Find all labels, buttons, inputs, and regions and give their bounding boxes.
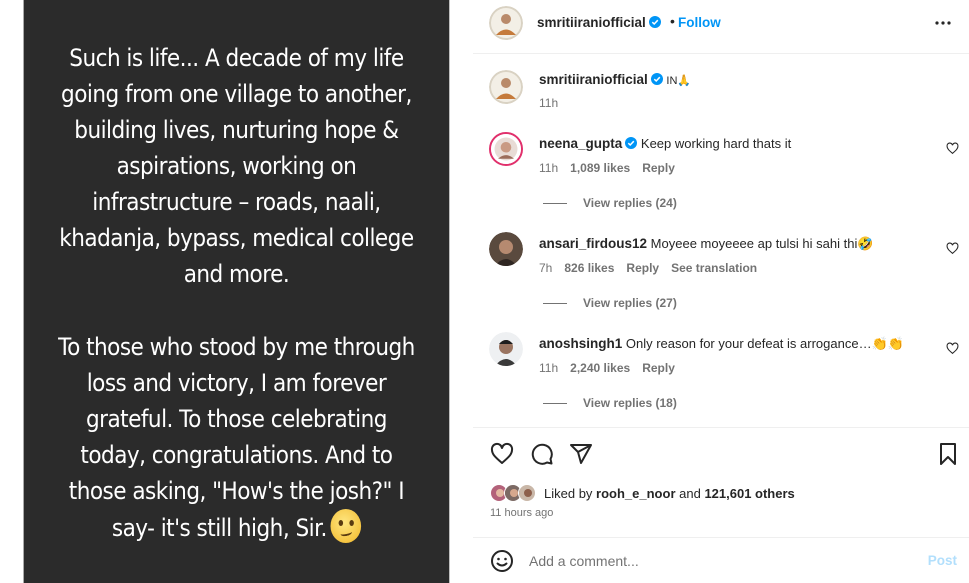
post-text-line: today, congratulations. And to	[80, 441, 393, 469]
author-avatar[interactable]	[489, 6, 523, 40]
post-header: smritiiraniofficial • Follow	[473, 0, 969, 54]
comment-body: ansari_firdous12 Moyeee moyeeee ap tulsi…	[539, 236, 874, 252]
see-translation-button[interactable]: See translation	[671, 261, 757, 275]
author-avatar[interactable]	[489, 70, 523, 104]
author-username[interactable]: smritiiraniofficial	[537, 15, 661, 30]
separator-dot: •	[670, 13, 675, 29]
verified-badge-icon	[648, 16, 661, 28]
comment-time: 11h	[539, 161, 559, 175]
verified-badge-icon	[650, 73, 663, 85]
view-replies-button[interactable]: View replies (24)	[543, 196, 677, 210]
likes-prefix: Liked by	[544, 486, 597, 501]
view-replies-button[interactable]: View replies (18)	[543, 396, 677, 410]
commenter-avatar[interactable]	[489, 232, 523, 266]
more-options-icon[interactable]	[933, 13, 953, 33]
reply-button[interactable]: Reply	[626, 261, 659, 275]
smiling-face-emoji-icon	[330, 509, 362, 543]
comment-body: neena_gupta Keep working hard thats it	[539, 136, 791, 151]
view-replies-label[interactable]: View replies (18)	[583, 396, 677, 410]
comment-time: 7h	[539, 261, 553, 275]
comment-username[interactable]: anoshsingh1	[539, 336, 622, 351]
replies-divider	[543, 203, 567, 204]
post-text-line: say- it's still high, Sir.	[24, 509, 450, 546]
likes-text: Liked by rooh_e_noor and 121,601 others	[544, 486, 795, 501]
post-text-line: those asking, "How's the josh?" I	[68, 477, 405, 505]
post-text-line: building lives, nurturing hope &	[74, 116, 399, 144]
comment-like-icon[interactable]	[946, 242, 959, 255]
post-sidebar: smritiiraniofficial • Follow smritiirani…	[473, 0, 969, 583]
comment-like-icon[interactable]	[946, 342, 959, 355]
comment-text: Only reason for your defeat is arrogance…	[625, 336, 904, 351]
comment-text: Keep working hard thats it	[640, 136, 792, 151]
caption-meta: 11h	[539, 96, 570, 110]
author-username-text[interactable]: smritiiraniofficial	[537, 15, 646, 30]
replies-divider	[543, 403, 567, 404]
liker-avatar[interactable]	[518, 484, 536, 502]
action-bar	[473, 427, 969, 428]
comment-text: Moyeee moyeeee ap tulsi hi sahi thi🤣	[650, 236, 874, 251]
comment-likes[interactable]: 826 likes	[564, 261, 614, 275]
comment-meta: 7h 826 likes Reply See translation	[539, 261, 769, 275]
post-text-line: going from one village to another,	[61, 80, 412, 108]
comment-likes[interactable]: 2,240 likes	[570, 361, 630, 375]
liker-username[interactable]: rooh_e_noor	[596, 486, 675, 501]
post-text-line: grateful. To those celebrating	[85, 405, 388, 433]
caption-body: smritiiraniofficial IN🙏	[539, 72, 691, 87]
commenter-avatar[interactable]	[489, 132, 523, 166]
post-timestamp[interactable]: 11 hours ago	[490, 507, 553, 519]
likes-count[interactable]: 121,601 others	[704, 486, 794, 501]
comment-time: 11h	[539, 361, 559, 375]
share-icon[interactable]	[569, 442, 593, 466]
add-comment-bar: Post	[473, 537, 969, 583]
view-replies-label[interactable]: View replies (27)	[583, 296, 677, 310]
comment-username[interactable]: ansari_firdous12	[539, 236, 647, 251]
post-text-paragraph-2: To those who stood by me through loss an…	[24, 329, 450, 546]
post-text-line: Such is life... A decade of my life	[69, 44, 404, 72]
post-text-line: aspirations, working on	[116, 152, 357, 180]
reply-button[interactable]: Reply	[642, 161, 675, 175]
verified-badge-icon	[625, 137, 638, 149]
post-text-line: and more.	[183, 260, 290, 288]
comment-likes[interactable]: 1,089 likes	[570, 161, 630, 175]
reply-button[interactable]: Reply	[642, 361, 675, 375]
comment-meta: 11h 2,240 likes Reply	[539, 361, 687, 375]
comment-icon[interactable]	[530, 442, 554, 466]
caption-time: 11h	[539, 96, 559, 110]
replies-divider	[543, 303, 567, 304]
caption-text: IN🙏	[666, 75, 692, 87]
comment-body: anoshsingh1 Only reason for your defeat …	[539, 336, 904, 352]
heart-icon[interactable]	[490, 442, 514, 466]
likes-middle: and	[675, 486, 705, 501]
post-comment-button[interactable]: Post	[928, 553, 957, 568]
post-text-line-text: say- it's still high, Sir.	[111, 514, 327, 542]
follow-button[interactable]: Follow	[678, 15, 721, 30]
emoji-picker-icon[interactable]	[490, 549, 514, 573]
post-text-line: loss and victory, I am forever	[86, 369, 387, 397]
comment-like-icon[interactable]	[946, 142, 959, 155]
post-text-line: infrastructure – roads, naali,	[92, 188, 381, 216]
comment-input[interactable]	[529, 550, 909, 572]
commenter-avatar[interactable]	[489, 332, 523, 366]
post-text-paragraph-1: Such is life... A decade of my life goin…	[24, 40, 450, 292]
post-text-line: To those who stood by me through	[58, 333, 415, 361]
caption-username[interactable]: smritiiraniofficial	[539, 72, 648, 87]
comment-username[interactable]: neena_gupta	[539, 136, 622, 151]
view-replies-label[interactable]: View replies (24)	[583, 196, 677, 210]
comment-meta: 11h 1,089 likes Reply	[539, 161, 687, 175]
view-replies-button[interactable]: View replies (27)	[543, 296, 677, 310]
bookmark-icon[interactable]	[936, 442, 960, 466]
post-image: Such is life... A decade of my life goin…	[23, 0, 450, 583]
post-text-line: khadanja, bypass, medical college	[59, 224, 414, 252]
